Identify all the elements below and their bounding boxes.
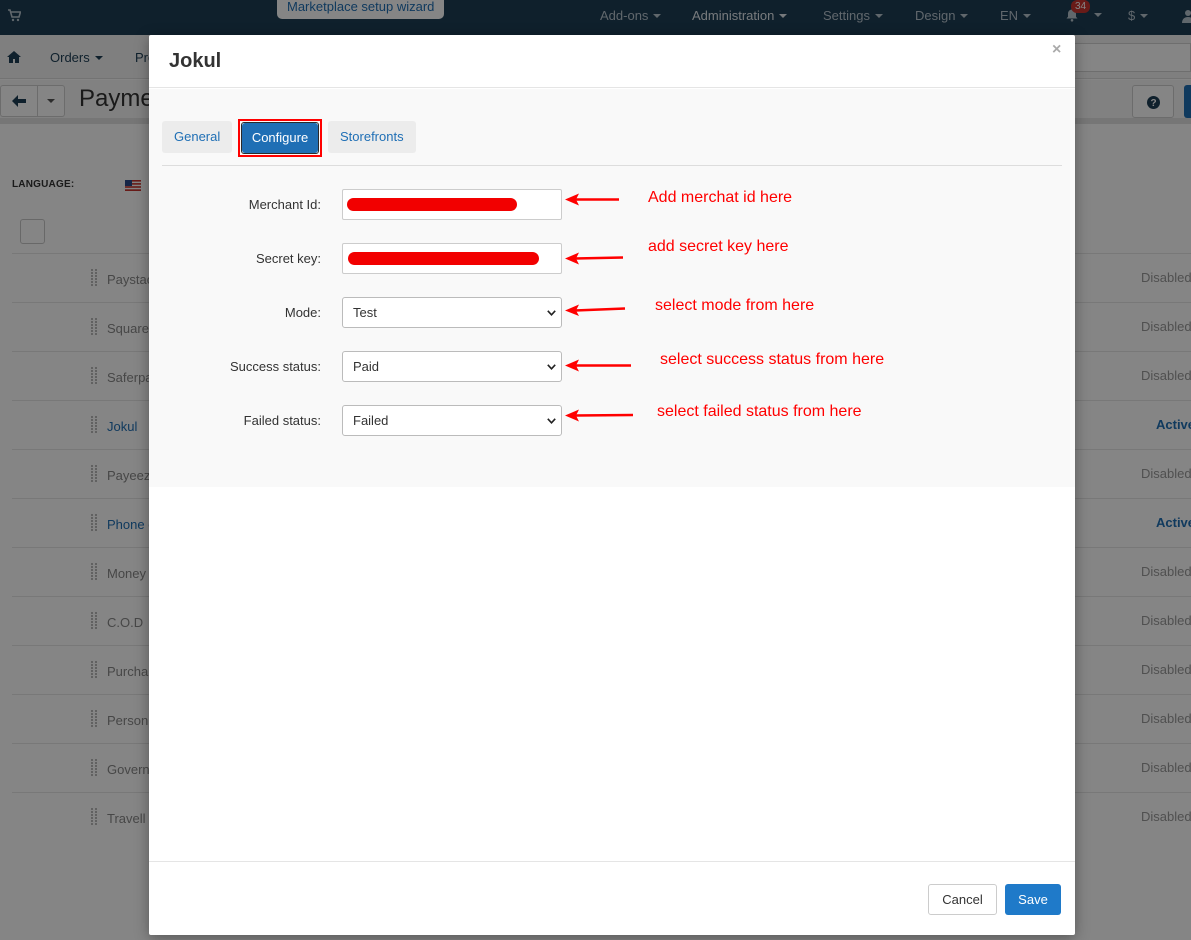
dialog-header: Jokul × (149, 35, 1075, 88)
tab-divider (162, 165, 1062, 166)
chevron-down-icon (547, 418, 556, 424)
secret-key-field[interactable] (342, 243, 562, 274)
annotation-text: Add merchat id here (648, 189, 793, 206)
redaction-mark (347, 198, 517, 211)
dialog-title: Jokul (169, 50, 222, 72)
annotation-text: select failed status from here (657, 403, 862, 420)
merchant-id-field[interactable] (342, 189, 562, 220)
success-status-select[interactable]: Paid (342, 351, 562, 382)
redaction-mark (348, 252, 539, 265)
annotation-text: select mode from here (655, 297, 815, 314)
success-status-label: Success status: (229, 359, 321, 374)
annotation-arrow-icon (565, 193, 619, 206)
close-icon[interactable]: × (1052, 41, 1061, 59)
annotation-arrow-icon (565, 409, 634, 422)
payment-settings-dialog: Jokul × General Configure Storefronts Me… (149, 35, 1075, 935)
chevron-down-icon (547, 364, 556, 370)
chevron-down-icon (547, 310, 556, 316)
cancel-button[interactable]: Cancel (928, 884, 997, 915)
annotation-arrow-icon (565, 359, 631, 372)
secret-key-label: Secret key: (255, 251, 321, 266)
highlight-inner-border (241, 122, 319, 154)
merchant-id-label: Merchant Id: (248, 197, 321, 212)
annotation-text: add secret key here (648, 238, 789, 255)
tab-general[interactable]: General (162, 121, 233, 153)
save-button[interactable]: Save (1005, 884, 1061, 915)
dialog-footer: Cancel Save (149, 861, 1075, 935)
annotation-arrow-icon (565, 252, 624, 265)
tab-storefronts[interactable]: Storefronts (328, 121, 416, 153)
mode-label: Mode: (284, 305, 321, 320)
failed-status-label: Failed status: (243, 413, 321, 428)
mode-select[interactable]: Test (342, 297, 562, 328)
annotation-text: select success status from here (660, 351, 885, 368)
failed-status-select[interactable]: Failed (342, 405, 562, 436)
annotation-arrow-icon (565, 304, 626, 316)
